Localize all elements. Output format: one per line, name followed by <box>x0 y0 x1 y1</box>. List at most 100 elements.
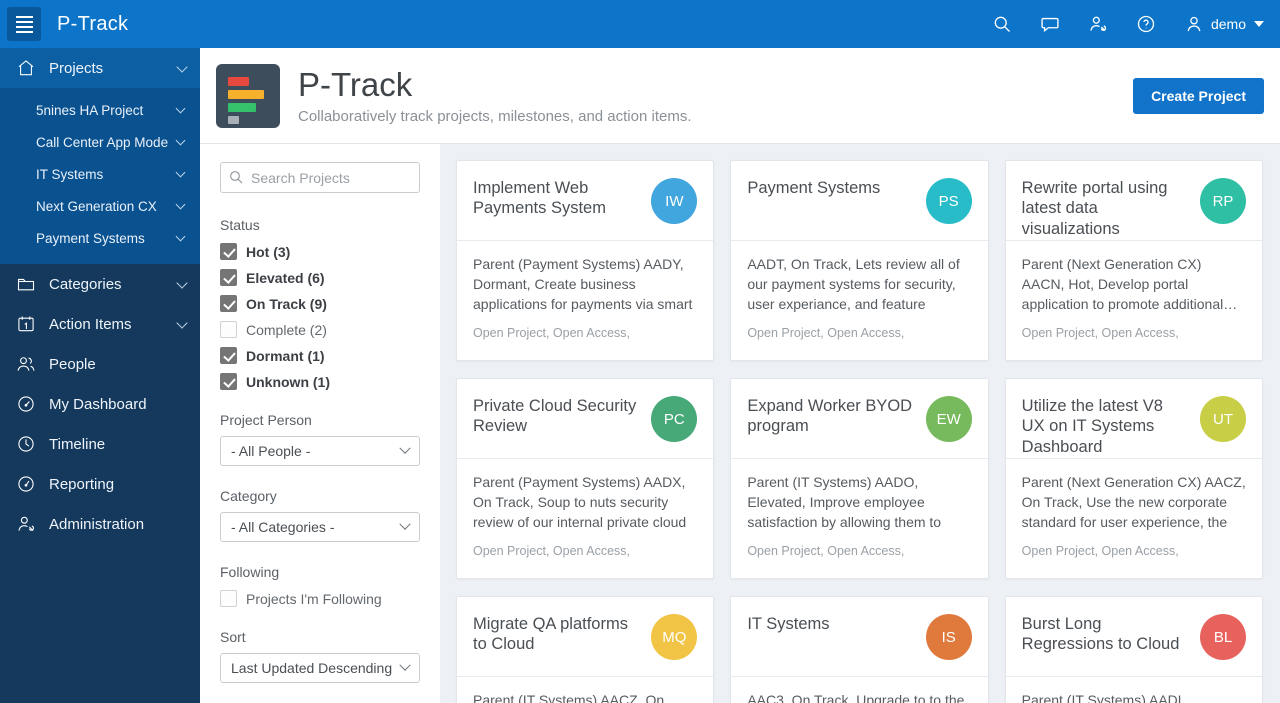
chevron-down-icon <box>176 316 188 329</box>
status-checkbox-row[interactable]: Elevated (6) <box>220 269 420 286</box>
project-avatar: IW <box>651 178 698 224</box>
project-card[interactable]: Private Cloud Security Review PC Parent … <box>456 378 715 579</box>
sidebar-project-subitem-label: IT Systems <box>36 166 104 182</box>
gauge-icon <box>16 474 36 494</box>
sidebar-project-subitem[interactable]: IT Systems <box>0 158 200 190</box>
project-card[interactable]: Implement Web Payments System IW Parent … <box>456 160 715 361</box>
sidebar-project-subitem-label: Payment Systems <box>36 230 145 246</box>
status-checkbox-label: Unknown (1) <box>246 373 330 390</box>
sidebar-project-subitem[interactable]: Call Center App Mode <box>0 126 200 158</box>
search-icon[interactable] <box>991 13 1013 35</box>
project-card-description: AAC3, On Track, Upgrade to to the latest… <box>747 692 965 703</box>
search-projects-input[interactable] <box>220 162 420 193</box>
project-card-description: Parent (IT Systems) AADL, Elevated, Burs… <box>1021 692 1190 703</box>
sidebar-item-action-items[interactable]: Action Items <box>0 304 200 344</box>
checkbox-icon[interactable] <box>220 295 237 312</box>
sidebar-project-subitem[interactable]: Next Generation CX <box>0 190 200 222</box>
sidebar-project-subitem-label: Next Generation CX <box>36 198 157 214</box>
sidebar-project-subitem-label: Call Center App Mode <box>36 134 169 150</box>
admin-tools-icon[interactable] <box>1087 13 1109 35</box>
chevron-down-icon <box>175 135 186 146</box>
project-avatar: BL <box>1200 614 1246 660</box>
category-select[interactable]: - All Categories - <box>220 512 420 542</box>
sidebar-item-label: Categories <box>49 275 122 293</box>
project-card-links[interactable]: Open Project, Open Access, <box>473 544 697 558</box>
project-card-links[interactable]: Open Project, Open Access, <box>747 326 971 340</box>
project-card[interactable]: Payment Systems PS AADT, On Track, Lets … <box>730 160 989 361</box>
checkbox-icon[interactable] <box>220 373 237 390</box>
project-card-description: Parent (IT Systems) AADO, Elevated, Impr… <box>747 474 942 530</box>
folder-icon <box>16 274 36 294</box>
projects-grid: Implement Web Payments System IW Parent … <box>456 160 1263 703</box>
checkbox-icon[interactable] <box>220 269 237 286</box>
projects-submenu: 5nines HA Project Call Center App Mode I… <box>0 88 200 264</box>
status-checkbox-row[interactable]: Unknown (1) <box>220 373 420 390</box>
project-card-title: Rewrite portal using latest data visuali… <box>1021 179 1168 238</box>
calendar-icon <box>16 314 36 334</box>
category-label: Category <box>220 488 277 504</box>
checkbox-icon[interactable] <box>220 243 237 260</box>
sidebar-item-categories[interactable]: Categories <box>0 264 200 304</box>
project-card[interactable]: IT Systems IS AAC3, On Track, Upgrade to… <box>730 596 989 703</box>
following-checkbox-row[interactable]: Projects I'm Following <box>220 590 420 607</box>
chat-icon[interactable] <box>1039 13 1061 35</box>
checkbox-icon[interactable] <box>220 321 237 338</box>
sidebar-item-label: Action Items <box>49 315 132 333</box>
project-card-links[interactable]: Open Project, Open Access, <box>473 326 697 340</box>
sidebar-item-administration[interactable]: Administration <box>0 504 200 544</box>
sidebar-item-projects[interactable]: Projects <box>0 48 200 88</box>
sidebar: Projects 5nines HA Project Call Center A… <box>0 48 200 703</box>
clock-icon <box>16 434 36 454</box>
hamburger-menu-button[interactable] <box>7 7 41 41</box>
project-card-title: Private Cloud Security Review <box>473 397 637 436</box>
status-checkbox-row[interactable]: Complete (2) <box>220 321 420 338</box>
project-card[interactable]: Migrate QA platforms to Cloud MQ Parent … <box>456 596 715 703</box>
project-card[interactable]: Expand Worker BYOD program EW Parent (IT… <box>730 378 989 579</box>
project-card[interactable]: Utilize the latest V8 UX on IT Systems D… <box>1004 378 1263 579</box>
project-card-links[interactable]: Open Project, Open Access, <box>747 544 971 558</box>
page-subtitle: Collaboratively track projects, mileston… <box>298 108 692 125</box>
sidebar-project-subitem[interactable]: Payment Systems <box>0 222 200 254</box>
app-title: P-Track <box>57 12 129 35</box>
user-icon <box>1183 13 1205 35</box>
create-project-button[interactable]: Create Project <box>1133 77 1264 114</box>
sidebar-item-label: Projects <box>49 59 104 77</box>
sidebar-item-people[interactable]: People <box>0 344 200 384</box>
status-checkbox-row[interactable]: Hot (3) <box>220 243 420 260</box>
chevron-down-icon <box>399 659 411 671</box>
project-person-select[interactable]: - All People - <box>220 436 420 466</box>
checkbox-icon[interactable] <box>220 347 237 364</box>
sidebar-item-timeline[interactable]: Timeline <box>0 424 200 464</box>
sidebar-item-reporting[interactable]: Reporting <box>0 464 200 504</box>
following-checkbox-label: Projects I'm Following <box>246 590 382 607</box>
sidebar-item-label: Timeline <box>49 435 106 453</box>
chevron-down-icon <box>399 518 411 530</box>
sidebar-item-label: Reporting <box>49 475 115 493</box>
status-checkbox-row[interactable]: Dormant (1) <box>220 347 420 364</box>
status-filter-group: Hot (3) Elevated (6) On Track (9) Comple… <box>220 243 420 390</box>
project-card-links[interactable]: Open Project, Open Access, <box>1022 544 1246 558</box>
user-name: demo <box>1210 16 1246 32</box>
sidebar-item-label: People <box>49 355 96 373</box>
sort-select[interactable]: Last Updated Descending <box>220 653 420 683</box>
sidebar-item-my-dashboard[interactable]: My Dashboard <box>0 384 200 424</box>
user-menu[interactable]: demo <box>1183 13 1264 35</box>
status-checkbox-label: Hot (3) <box>246 243 291 260</box>
project-card-links[interactable]: Open Project, Open Access, <box>1022 326 1246 340</box>
projects-grid-area: Implement Web Payments System IW Parent … <box>440 144 1280 703</box>
status-checkbox-row[interactable]: On Track (9) <box>220 295 420 312</box>
p-track-app: P-Track demo Projects 5nines HA Project … <box>0 0 1280 703</box>
project-avatar: RP <box>1200 178 1246 224</box>
help-icon[interactable] <box>1135 13 1157 35</box>
page-header: P-Track Collaboratively track projects, … <box>200 48 1280 144</box>
project-avatar: IS <box>925 614 972 660</box>
project-card[interactable]: Rewrite portal using latest data visuali… <box>1004 160 1263 361</box>
project-card-title: Expand Worker BYOD program <box>747 397 913 436</box>
sidebar-item-label: My Dashboard <box>49 395 147 413</box>
status-checkbox-label: On Track (9) <box>246 295 327 312</box>
project-card[interactable]: Burst Long Regressions to Cloud BL Paren… <box>1004 596 1263 703</box>
sidebar-project-subitem[interactable]: 5nines HA Project <box>0 94 200 126</box>
checkbox-icon[interactable] <box>220 590 237 607</box>
filter-panel: Status Hot (3) Elevated (6) On Track (9)… <box>200 144 440 703</box>
page-title: P-Track <box>298 66 413 103</box>
